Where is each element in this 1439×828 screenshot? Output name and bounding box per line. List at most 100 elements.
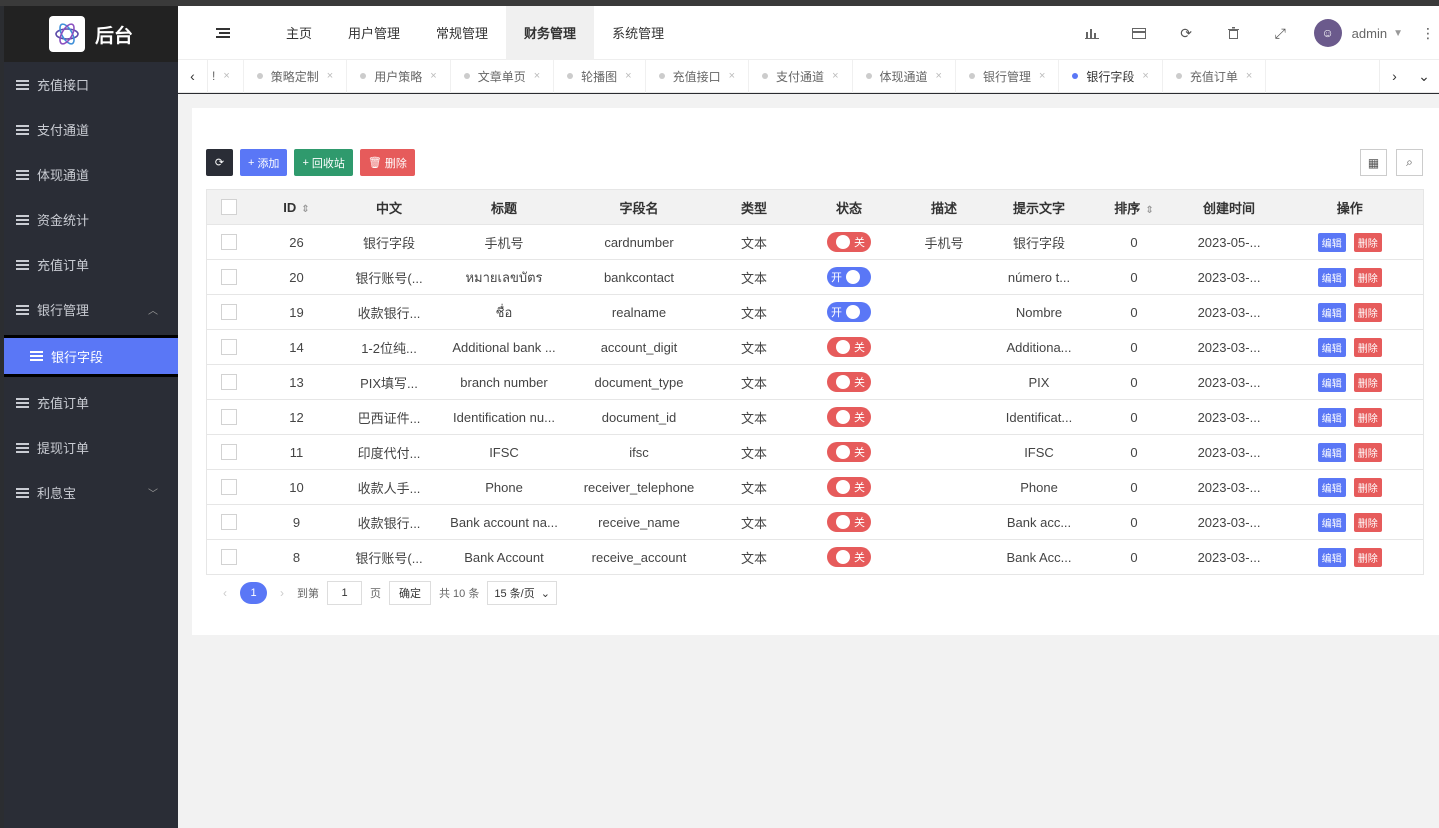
sidebar-item-8[interactable]: 提现订单 <box>4 425 178 470</box>
next-page-icon[interactable]: › <box>275 586 289 600</box>
sidebar-item-2[interactable]: 体现通道 <box>4 152 178 197</box>
close-icon[interactable]: × <box>327 70 333 82</box>
close-icon[interactable]: × <box>1246 70 1252 82</box>
add-button[interactable]: + 添加 <box>240 149 288 176</box>
page-tab-6[interactable]: 支付通道 × <box>749 59 853 93</box>
page-tab-8[interactable]: 银行管理 × <box>956 59 1060 93</box>
tabs-scroll-left-icon[interactable]: ‹ <box>178 59 208 93</box>
status-toggle[interactable]: 关 <box>827 337 871 357</box>
avatar[interactable]: ☺ <box>1313 19 1342 47</box>
close-icon[interactable]: × <box>729 70 735 82</box>
sidebar-item-0[interactable]: 充值接口 <box>4 62 178 107</box>
edit-button[interactable]: 编辑 <box>1317 442 1346 462</box>
sidebar-item-7[interactable]: 充值订单 <box>4 380 178 425</box>
page-tab-9[interactable]: 银行字段 × <box>1059 59 1163 93</box>
sidebar-item-4[interactable]: 充值订单 <box>4 242 178 287</box>
nav-tab-2[interactable]: 常规管理 <box>418 6 506 60</box>
row-checkbox[interactable] <box>221 444 238 461</box>
refresh-icon[interactable]: ⟳ <box>1163 6 1210 60</box>
column-header-8[interactable]: 排序 ⇕ <box>1086 189 1182 225</box>
delete-button[interactable]: 🗑 删除 <box>359 149 415 176</box>
row-delete-button[interactable]: 删除 <box>1353 477 1382 497</box>
page-tab-7[interactable]: 体现通道 × <box>853 59 956 93</box>
row-delete-button[interactable]: 删除 <box>1353 267 1382 287</box>
user-name[interactable]: admin <box>1352 26 1387 41</box>
nav-tab-3[interactable]: 财务管理 <box>506 5 595 60</box>
confirm-button[interactable]: 确定 <box>389 581 431 605</box>
edit-button[interactable]: 编辑 <box>1317 302 1346 322</box>
close-icon[interactable]: × <box>223 70 229 82</box>
row-checkbox[interactable] <box>221 374 238 391</box>
row-delete-button[interactable]: 删除 <box>1353 372 1382 392</box>
edit-button[interactable]: 编辑 <box>1317 477 1346 497</box>
fullscreen-icon[interactable]: ⤢ <box>1257 6 1304 60</box>
close-icon[interactable]: × <box>1039 70 1045 82</box>
page-tab-5[interactable]: 充值接口 × <box>646 59 750 93</box>
status-toggle[interactable]: 关 <box>827 477 871 497</box>
row-checkbox[interactable] <box>221 549 238 566</box>
close-icon[interactable]: × <box>936 70 942 82</box>
edit-button[interactable]: 编辑 <box>1317 372 1346 392</box>
close-icon[interactable]: × <box>625 70 631 82</box>
edit-button[interactable]: 编辑 <box>1317 407 1346 427</box>
prev-page-icon[interactable]: ‹ <box>218 586 232 600</box>
row-checkbox[interactable] <box>221 479 238 496</box>
edit-button[interactable]: 编辑 <box>1317 547 1346 567</box>
nav-tab-4[interactable]: 系统管理 <box>594 6 682 60</box>
row-delete-button[interactable]: 删除 <box>1353 547 1382 567</box>
row-checkbox[interactable] <box>221 234 238 251</box>
chart-icon[interactable] <box>1069 6 1116 60</box>
nav-tab-0[interactable]: 主页 <box>268 6 330 60</box>
caret-down-icon[interactable]: ▼ <box>1393 28 1403 39</box>
refresh-button[interactable]: ⟳ <box>206 149 233 176</box>
trash-icon[interactable] <box>1210 6 1257 60</box>
column-header-0[interactable]: ID ⇕ <box>251 189 342 225</box>
more-icon[interactable]: ⋮ <box>1421 25 1435 42</box>
sidebar-item-6[interactable]: 银行字段 <box>4 335 178 377</box>
row-delete-button[interactable]: 删除 <box>1353 232 1382 252</box>
row-delete-button[interactable]: 删除 <box>1353 442 1382 462</box>
tabs-scroll-right-icon[interactable]: › <box>1379 59 1409 93</box>
page-input[interactable]: 1 <box>327 581 362 605</box>
per-page-select[interactable]: 15 条/页 ⌄ <box>487 581 557 605</box>
card-icon[interactable] <box>1116 6 1163 60</box>
current-page[interactable]: 1 <box>240 582 267 604</box>
status-toggle[interactable]: 关 <box>827 512 871 532</box>
status-toggle[interactable]: 开 <box>827 267 871 287</box>
status-toggle[interactable]: 开 <box>827 302 871 322</box>
edit-button[interactable]: 编辑 <box>1317 232 1346 252</box>
page-tab-4[interactable]: 轮播图 × <box>554 59 646 93</box>
page-tab-3[interactable]: 文章单页 × <box>451 59 555 93</box>
recycle-bin-button[interactable]: + 回收站 <box>294 149 353 176</box>
tabs-menu-icon[interactable]: ⌄ <box>1409 60 1439 93</box>
row-delete-button[interactable]: 删除 <box>1353 512 1382 532</box>
row-checkbox[interactable] <box>221 514 238 531</box>
edit-button[interactable]: 编辑 <box>1317 267 1346 287</box>
sidebar-item-9[interactable]: 利息宝 ﹀ <box>4 470 178 515</box>
sort-icon[interactable]: ⇕ <box>1145 205 1153 216</box>
page-tab-1[interactable]: 策略定制 × <box>244 59 348 93</box>
status-toggle[interactable]: 关 <box>827 232 871 252</box>
page-tab-10[interactable]: 充值订单 × <box>1163 59 1267 93</box>
status-toggle[interactable]: 关 <box>827 547 871 567</box>
close-icon[interactable]: × <box>832 70 838 82</box>
nav-tab-1[interactable]: 用户管理 <box>330 6 418 60</box>
sidebar-item-1[interactable]: 支付通道 <box>4 107 178 152</box>
row-delete-button[interactable]: 删除 <box>1353 302 1382 322</box>
status-toggle[interactable]: 关 <box>827 442 871 462</box>
sort-icon[interactable]: ⇕ <box>301 204 309 215</box>
sidebar-item-3[interactable]: 资金统计 <box>4 197 178 242</box>
sidebar-item-5[interactable]: 银行管理 ︿ <box>4 287 178 332</box>
close-icon[interactable]: × <box>1142 70 1148 82</box>
columns-toggle-button[interactable]: ▦ <box>1360 149 1387 176</box>
row-checkbox[interactable] <box>221 409 238 426</box>
row-delete-button[interactable]: 删除 <box>1353 337 1382 357</box>
page-tab-0[interactable]: ! × <box>208 59 244 93</box>
row-checkbox[interactable] <box>221 304 238 321</box>
edit-button[interactable]: 编辑 <box>1317 337 1346 357</box>
row-checkbox[interactable] <box>221 339 238 356</box>
search-toggle-button[interactable]: ⌕ <box>1396 149 1423 176</box>
select-all-checkbox[interactable] <box>221 199 238 216</box>
status-toggle[interactable]: 关 <box>827 372 871 392</box>
close-icon[interactable]: × <box>534 70 540 82</box>
